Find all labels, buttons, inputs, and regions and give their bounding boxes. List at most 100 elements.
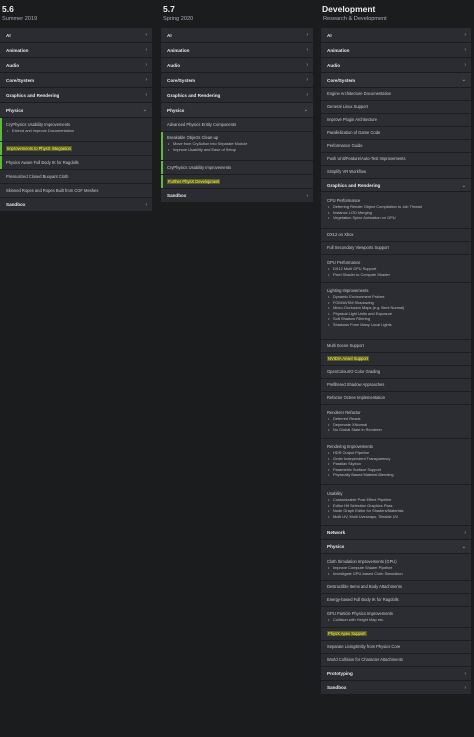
category-physics[interactable]: Physics ⌄ [161,103,313,118]
list-item[interactable]: Renderer Refactor Deferred Reads Depreca… [321,405,471,439]
physics-items: CryPhysics Usability Improvements Extend… [0,118,152,198]
item-title: Breakable Objects Clean-up [167,135,219,140]
list-item[interactable]: NVIDIA Ansel Support [321,353,471,366]
category-physics[interactable]: Physics ⌄ [321,540,471,554]
chevron-right-icon: › [145,77,147,83]
list-item[interactable]: GPU Performance DX12 Multi GPU Support P… [321,255,471,283]
list-item[interactable]: CryPhysics Usability Improvements [161,161,313,175]
category-label: Prototyping [327,671,353,676]
list-item[interactable]: Improve Plugin Architecture [321,114,471,127]
list-item[interactable]: Prefiltered Shadow Approaches [321,379,471,392]
category-network[interactable]: Network › [321,526,471,540]
column-version: Development [322,4,376,14]
list-item[interactable]: Simplify VR Workflow [321,166,471,179]
category-animation[interactable]: Animation › [161,43,313,58]
category-label: Animation [167,47,190,53]
list-item[interactable]: OpenColourIO Color Grading [321,366,471,379]
item-title: CryPhysics Usability Improvements [6,122,71,127]
list-item[interactable]: Rendering Improvements HDR Output Pipeli… [321,439,471,485]
category-core-system[interactable]: Core/System › [161,73,313,88]
chevron-down-icon: ⌄ [461,183,466,189]
list-item[interactable]: Refactor Octree Implementation [321,392,471,405]
category-sandbox[interactable]: Sandbox › [161,189,313,203]
category-audio[interactable]: Audio › [0,58,152,73]
physics-items: Advanced Physics Entity Components Break… [161,118,313,189]
list-item[interactable]: Lighting Improvements Dynamic Environmen… [321,283,471,340]
list-item[interactable]: Skinned Ropes and Ropes Built from CGF M… [0,184,152,198]
category-label: Audio [167,62,181,68]
category-label: Graphics and Rendering [6,92,60,98]
chevron-down-icon: ⌄ [142,107,147,113]
list-item[interactable]: Pressurized Closed Buoyant Cloth [0,170,152,184]
list-item[interactable]: Push Unit/Feature/Auto-Test Improvements [321,153,471,166]
list-item[interactable]: General Linux Support [321,101,471,114]
list-item[interactable]: Full Secondary Viewports Support [321,242,471,255]
list-item[interactable]: Improvements to PhysX Integration [0,142,152,156]
item-bullet: Investigate GPU-based Cloth Simulation [327,571,467,577]
list-item[interactable]: PhysX Apex Support [321,628,471,641]
category-audio[interactable]: Audio › [161,58,313,73]
list-item[interactable]: Destructible Items and Body Attachments [321,581,471,594]
item-title: Parallelization of Game Code [327,130,381,135]
category-ai[interactable]: AI › [161,28,313,43]
item-title-highlighted: Improvements to PhysX Integration [6,146,72,151]
chevron-right-icon: › [145,202,147,208]
item-bullet: Physically Based Material Blending [327,472,467,478]
list-item[interactable]: Cloth Simulation Improvements (GPU) Impr… [321,554,471,581]
category-list: AI › Animation › Audio › Core/System › Graph… [161,28,313,203]
chevron-right-icon: › [145,92,147,98]
category-prototyping[interactable]: Prototyping › [321,667,471,681]
list-item[interactable]: Engine Architecture Documentation [321,88,471,101]
category-list: AI › Animation › Audio › Core/System › Graph… [0,28,152,212]
category-graphics[interactable]: Graphics and Rendering › [161,88,313,103]
item-title: Multi Scene Support [327,343,364,348]
item-title: Full Secondary Viewports Support [327,245,389,250]
item-title: Simplify VR Workflow [327,169,367,174]
item-title: DX12 on Xbox [327,232,354,237]
category-label: Sandbox [327,685,347,690]
category-sandbox[interactable]: Sandbox › [321,681,471,695]
category-ai[interactable]: AI › [0,28,152,43]
category-graphics[interactable]: Graphics and Rendering ⌄ [321,179,471,192]
list-item[interactable]: DX12 on Xbox [321,229,471,242]
roadmap-column-5-6: 5.6 Summer 2019 AI › Animation › Audio › Co… [0,0,152,212]
list-item[interactable]: Physics Aware Full Body IK for Ragdolls [0,156,152,170]
category-graphics[interactable]: Graphics and Rendering › [0,88,152,103]
list-item[interactable]: Breakable Objects Clean-up Move from Cry… [161,132,313,161]
chevron-right-icon: › [464,530,466,536]
category-label: Network [327,530,346,535]
list-item[interactable]: Parallelization of Game Code [321,127,471,140]
list-item[interactable]: Advanced Physics Entity Components [161,118,313,132]
chevron-right-icon: › [464,671,466,677]
item-bullet: Extend and Improve Documentation [6,128,148,134]
category-core-system[interactable]: Core/System ⌄ [321,73,471,88]
list-item[interactable]: Energy-based Full Body IK for Ragdolls [321,594,471,607]
category-list: AI › Animation › Audio › Core/System ⌄ Engin… [321,28,471,695]
list-item[interactable]: Further PhysX Development [161,175,313,189]
category-animation[interactable]: Animation › [0,43,152,58]
list-item[interactable]: GPU Particle Physics Improvements Collis… [321,607,471,628]
roadmap-column-5-7: 5.7 Spring 2020 AI › Animation › Audio › Co… [161,0,313,203]
item-title: CPU Performance [327,198,361,203]
category-ai[interactable]: AI › [321,28,471,43]
category-label: Graphics and Rendering [167,92,221,98]
list-item[interactable]: World Collision for Character Attachment… [321,654,471,667]
item-title: World Collision for Character Attachment… [327,657,403,662]
category-audio[interactable]: Audio › [321,58,471,73]
list-item[interactable]: Usability Customizable Post Effect Pipel… [321,485,471,526]
list-item[interactable]: Multi Scene Support [321,340,471,353]
category-sandbox[interactable]: Sandbox › [0,198,152,212]
category-label: Core/System [167,77,196,83]
list-item[interactable]: Separate LivingEntity from Physics Core [321,641,471,654]
list-item[interactable]: Performance Guide [321,140,471,153]
item-title-highlighted: PhysX Apex Support [327,631,367,636]
category-core-system[interactable]: Core/System › [0,73,152,88]
category-label: Physics [6,107,24,113]
item-title: Pressurized Closed Buoyant Cloth [6,174,69,179]
list-item[interactable]: CPU Performance Deferring Render Object … [321,192,471,229]
item-title: CryPhysics Usability Improvements [167,165,232,170]
category-animation[interactable]: Animation › [321,43,471,58]
list-item[interactable]: CryPhysics Usability Improvements Extend… [0,118,152,142]
physics-items: Cloth Simulation Improvements (GPU) Impr… [321,554,471,667]
category-physics[interactable]: Physics ⌄ [0,103,152,118]
